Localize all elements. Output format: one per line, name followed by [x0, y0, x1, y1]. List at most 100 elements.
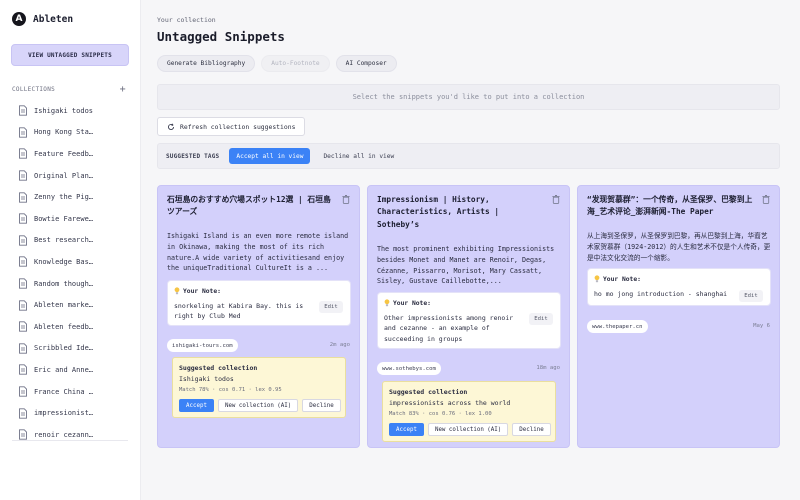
accept-all-button[interactable]: Accept all in view — [229, 148, 311, 164]
plus-icon[interactable]: + — [120, 84, 126, 95]
collection-label: France China … — [34, 387, 94, 396]
brand[interactable]: A Ableten — [12, 12, 73, 26]
sidebar-collection-item[interactable]: Hong Kong Sta… — [12, 122, 128, 144]
document-icon — [19, 364, 27, 376]
accept-button[interactable]: Accept — [179, 399, 214, 412]
auto-footnote-button[interactable]: Auto-Footnote — [261, 55, 330, 72]
document-icon — [19, 235, 27, 246]
collections-header-label: COLLECTIONS — [12, 86, 56, 93]
collections-header: COLLECTIONS + — [12, 84, 126, 95]
toolbar: Generate Bibliography Auto-Footnote AI C… — [157, 55, 397, 72]
decline-all-button[interactable]: Decline all in view — [323, 153, 394, 160]
note-text: snorkeling at Kabira Bay. this is right … — [174, 302, 304, 321]
suggested-tags-bar: SUGGESTED TAGS Accept all in view Declin… — [157, 143, 780, 169]
sidebar-collection-item[interactable]: Eric and Anne… — [12, 359, 128, 381]
edit-note-button[interactable]: Edit — [739, 290, 763, 302]
refresh-suggestions-button[interactable]: Refresh collection suggestions — [157, 117, 306, 136]
sidebar-collection-item[interactable]: renoir cezann… — [12, 424, 128, 446]
accept-button[interactable]: Accept — [389, 423, 424, 436]
sidebar-collection-item[interactable]: Zenny the Pig… — [12, 186, 128, 208]
sidebar-collection-item[interactable]: Knowledge Bas… — [12, 251, 128, 273]
sidebar-collection-item[interactable]: Ishigaki todos — [12, 100, 128, 122]
match-metrics: Match 83% · cos 0.76 · lex 1.00 — [389, 411, 492, 417]
document-icon — [19, 429, 27, 440]
timestamp: 18m ago — [536, 365, 560, 371]
ai-composer-button[interactable]: AI Composer — [335, 55, 397, 72]
trash-icon[interactable] — [552, 195, 560, 204]
timestamp: 2m ago — [329, 342, 350, 348]
edit-note-button[interactable]: Edit — [319, 301, 343, 313]
trash-icon[interactable] — [342, 195, 350, 204]
note-label-text: Your Note: — [603, 275, 641, 283]
document-icon — [19, 148, 27, 160]
new-collection-ai-button[interactable]: New collection (AI) — [217, 399, 299, 412]
source-domain-chip[interactable]: www.sothebys.com — [377, 362, 441, 375]
collection-label: Bowtie Farewe… — [34, 214, 94, 223]
collection-label: Ishigaki todos — [34, 106, 94, 115]
sidebar-collection-item[interactable]: Ableten feedb… — [12, 316, 128, 338]
snippet-title: “发现贺慕群”：一个传奇，从圣保罗、巴黎到上海_艺术评论_澎湃新闻-The Pa… — [587, 195, 753, 217]
ableten-logo-icon: A — [12, 12, 26, 26]
sidebar-collection-item[interactable]: Scribbled Ide… — [12, 338, 128, 360]
sidebar-collection-item[interactable]: Ableten marke… — [12, 294, 128, 316]
note-label: Your Note: — [594, 275, 641, 283]
document-icon — [19, 343, 27, 354]
decline-button[interactable]: Decline — [512, 423, 551, 436]
snippet-body: Ishigaki Island is an even more remote i… — [167, 232, 349, 273]
sidebar-collection-item[interactable]: France China … — [12, 381, 128, 403]
document-icon — [19, 321, 27, 332]
view-untagged-snippets-button[interactable]: VIEW UNTAGGED SNIPPETS — [11, 44, 129, 66]
lightbulb-icon — [174, 287, 180, 295]
collection-label: Best research… — [34, 236, 94, 245]
source-domain-chip[interactable]: ishigaki-tours.com — [167, 339, 238, 352]
note-box: Your Note: ho mo jong introduction - sha… — [587, 268, 771, 306]
note-label: Your Note: — [384, 299, 431, 307]
sidebar-collection-item[interactable]: Random though… — [12, 273, 128, 295]
collection-label: impressionist… — [34, 409, 94, 418]
refresh-suggestions-label: Refresh collection suggestions — [180, 122, 296, 131]
collection-label: Random though… — [34, 279, 94, 288]
lightbulb-icon — [384, 299, 390, 307]
collection-label: Ableten marke… — [34, 301, 94, 310]
snippet-title: 石垣島のおすすめ穴場スポット12選 | 石垣島ツアーズ — [167, 195, 331, 217]
snippet-card[interactable]: Impressionism | History, Characteristics… — [367, 185, 570, 448]
snippet-body: 从上海到圣保罗，从圣保罗到巴黎，再从巴黎到上海，华裔艺术家贺慕群（1924-20… — [587, 232, 771, 262]
document-icon — [19, 170, 27, 181]
sidebar-collection-item[interactable]: Best research… — [12, 230, 128, 252]
generate-bibliography-button[interactable]: Generate Bibliography — [157, 55, 256, 72]
document-icon — [19, 127, 27, 138]
collection-label: Eric and Anne… — [34, 365, 94, 374]
document-icon — [19, 192, 27, 203]
note-label: Your Note: — [174, 287, 221, 295]
sidebar: A Ableten VIEW UNTAGGED SNIPPETS COLLECT… — [0, 0, 141, 500]
suggested-tags-label: SUGGESTED TAGS — [166, 152, 220, 160]
trash-icon[interactable] — [762, 195, 770, 204]
collection-list: Ishigaki todos Hong Kong Sta… Feature Feed… — [12, 100, 128, 446]
collection-label: Scribbled Ide… — [34, 344, 94, 353]
snippet-card[interactable]: 石垣島のおすすめ穴場スポット12選 | 石垣島ツアーズ Ishigaki Isl… — [157, 185, 360, 448]
new-collection-ai-button[interactable]: New collection (AI) — [427, 423, 509, 436]
sidebar-collection-item[interactable]: impressionist… — [12, 402, 128, 424]
collection-label: Hong Kong Sta… — [34, 128, 94, 137]
edit-note-button[interactable]: Edit — [529, 313, 553, 325]
suggested-collection-name: Ishigaki todos — [179, 375, 234, 383]
suggested-collection-label: Suggested collection — [389, 388, 468, 396]
decline-button[interactable]: Decline — [302, 399, 341, 412]
suggestion-actions: Accept New collection (AI) Decline — [179, 399, 341, 412]
timestamp: May 6 — [753, 323, 770, 329]
suggested-collection-name: impressionists across the world — [389, 399, 511, 407]
sidebar-collection-item[interactable]: Feature Feedb… — [12, 143, 128, 165]
source-domain-chip[interactable]: www.thepaper.cn — [587, 320, 648, 333]
document-icon — [19, 407, 27, 419]
suggested-collection-box: Suggested collection Ishigaki todos Matc… — [172, 357, 346, 418]
sidebar-collection-item[interactable]: Original Plan… — [12, 165, 128, 187]
app-name: Ableten — [33, 13, 74, 25]
refresh-icon — [168, 123, 174, 130]
sidebar-divider — [12, 440, 128, 441]
snippet-body: The most prominent exhibiting Impression… — [377, 245, 555, 286]
snippet-card[interactable]: “发现贺慕群”：一个传奇，从圣保罗、巴黎到上海_艺术评论_澎湃新闻-The Pa… — [577, 185, 780, 448]
page-eyebrow: Your collection — [157, 16, 216, 24]
sidebar-collection-item[interactable]: Bowtie Farewe… — [12, 208, 128, 230]
collection-label: Ableten feedb… — [34, 322, 94, 331]
suggested-collection-box: Suggested collection impressionists acro… — [382, 381, 556, 442]
